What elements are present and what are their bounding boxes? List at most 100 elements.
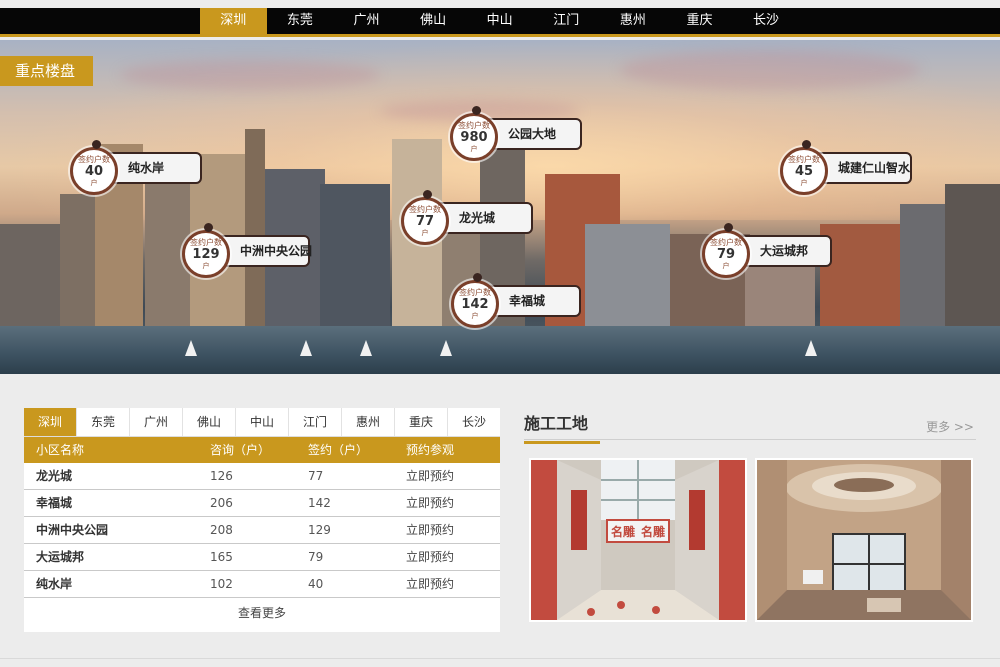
marker-unit: 户 bbox=[800, 179, 808, 187]
hallway-illustration: 名雕 名雕 bbox=[531, 460, 745, 620]
marker-count-caption: 签约户数 bbox=[459, 288, 491, 297]
marker-count-caption: 签约户数 bbox=[190, 238, 222, 247]
marker-unit: 户 bbox=[202, 262, 210, 270]
tab-shenzhen[interactable]: 深圳 bbox=[24, 408, 77, 436]
marker-count-circle: 签约户数 77 户 bbox=[401, 197, 449, 245]
project-marker-chunshuian[interactable]: 纯水岸 签约户数 40 户 bbox=[70, 140, 202, 195]
marker-pin bbox=[92, 140, 101, 149]
nav-item-guangzhou[interactable]: 广州 bbox=[333, 8, 400, 34]
project-marker-zhongzhouzhongyanggongyuan[interactable]: 中洲中央公园 签约户数 129 户 bbox=[182, 223, 312, 278]
marker-pin bbox=[423, 190, 432, 199]
marker-count-caption: 签约户数 bbox=[78, 155, 110, 164]
more-link[interactable]: 更多 >> bbox=[926, 418, 974, 435]
boat bbox=[440, 340, 452, 356]
cloud bbox=[120, 60, 380, 90]
book-now-link[interactable]: 立即预约 bbox=[406, 517, 500, 543]
marker-pin bbox=[473, 273, 482, 282]
project-marker-gongyuandadi[interactable]: 公园大地 签约户数 980 户 bbox=[450, 106, 582, 161]
tab-jiangmen[interactable]: 江门 bbox=[289, 408, 342, 436]
nav-item-dongguan[interactable]: 东莞 bbox=[267, 8, 334, 34]
marker-unit: 户 bbox=[470, 145, 478, 153]
tab-chongqing[interactable]: 重庆 bbox=[395, 408, 448, 436]
boat bbox=[360, 340, 372, 356]
tab-zhongshan[interactable]: 中山 bbox=[236, 408, 289, 436]
marker-count: 45 bbox=[794, 164, 814, 179]
row-name: 幸福城 bbox=[36, 496, 73, 510]
marker-count-caption: 签约户数 bbox=[458, 121, 490, 130]
footer-divider bbox=[0, 658, 1000, 659]
row-name: 中洲中央公园 bbox=[36, 523, 109, 537]
construction-photo-hallway[interactable]: 名雕 名雕 bbox=[529, 458, 747, 622]
marker-pin bbox=[802, 140, 811, 149]
row-signed: 129 bbox=[308, 523, 331, 537]
marker-count-circle: 签约户数 79 户 bbox=[702, 230, 750, 278]
tab-huizhou[interactable]: 惠州 bbox=[342, 408, 395, 436]
book-now-link[interactable]: 立即预约 bbox=[406, 571, 500, 597]
book-now-link[interactable]: 立即预约 bbox=[406, 463, 500, 489]
marker-count: 77 bbox=[415, 214, 435, 229]
marker-pin bbox=[472, 106, 481, 115]
marker-pin bbox=[724, 223, 733, 232]
building bbox=[820, 224, 900, 334]
harbor-water bbox=[0, 326, 1000, 374]
nav-item-huizhou[interactable]: 惠州 bbox=[600, 8, 667, 34]
table-row: 龙光城 126 77 立即预约 bbox=[24, 463, 500, 490]
featured-projects-badge: 重点楼盘 bbox=[0, 56, 93, 86]
nav-item-shenzhen[interactable]: 深圳 bbox=[200, 8, 267, 34]
book-now-link[interactable]: 立即预约 bbox=[406, 544, 500, 570]
marker-count-circle: 签约户数 980 户 bbox=[450, 113, 498, 161]
tab-foshan[interactable]: 佛山 bbox=[183, 408, 236, 436]
cloud bbox=[620, 50, 920, 90]
row-signed: 77 bbox=[308, 469, 324, 483]
room-illustration bbox=[757, 460, 971, 620]
marker-unit: 户 bbox=[722, 262, 730, 270]
marker-count: 40 bbox=[84, 164, 104, 179]
tab-dongguan[interactable]: 东莞 bbox=[77, 408, 130, 436]
row-inquiry: 206 bbox=[210, 496, 233, 510]
nav-item-zhongshan[interactable]: 中山 bbox=[466, 8, 533, 34]
table-row: 中洲中央公园 208 129 立即预约 bbox=[24, 517, 500, 544]
tab-changsha[interactable]: 长沙 bbox=[448, 408, 500, 436]
marker-count: 980 bbox=[460, 130, 488, 145]
svg-text:名雕: 名雕 bbox=[641, 524, 665, 539]
table-row: 大运城邦 165 79 立即预约 bbox=[24, 544, 500, 571]
row-signed: 142 bbox=[308, 496, 331, 510]
nav-item-jiangmen[interactable]: 江门 bbox=[533, 8, 600, 34]
marker-unit: 户 bbox=[471, 312, 479, 320]
table-row: 纯水岸 102 40 立即预约 bbox=[24, 571, 500, 598]
building bbox=[320, 184, 390, 334]
header-inquiry: 咨询（户） bbox=[210, 443, 271, 457]
marker-count-caption: 签约户数 bbox=[788, 155, 820, 164]
city-tabs: 深圳 东莞 广州 佛山 中山 江门 惠州 重庆 长沙 bbox=[24, 408, 500, 437]
book-now-link[interactable]: 立即预约 bbox=[406, 490, 500, 516]
marker-pin bbox=[204, 223, 213, 232]
construction-photo-living-room[interactable] bbox=[755, 458, 973, 622]
marker-count-circle: 签约户数 142 户 bbox=[451, 280, 499, 328]
table-row: 幸福城 206 142 立即预约 bbox=[24, 490, 500, 517]
marker-count-caption: 签约户数 bbox=[710, 238, 742, 247]
marker-count: 79 bbox=[716, 247, 736, 262]
boat bbox=[805, 340, 817, 356]
table-header: 小区名称 咨询（户） 签约（户） 预约参观 bbox=[24, 437, 500, 463]
building bbox=[585, 224, 670, 334]
nav-item-chongqing[interactable]: 重庆 bbox=[666, 8, 733, 34]
marker-count-circle: 签约户数 40 户 bbox=[70, 147, 118, 195]
project-marker-longguangcheng[interactable]: 龙光城 签约户数 77 户 bbox=[401, 190, 533, 245]
row-inquiry: 165 bbox=[210, 550, 233, 564]
row-inquiry: 126 bbox=[210, 469, 233, 483]
marker-unit: 户 bbox=[421, 229, 429, 237]
tab-guangzhou[interactable]: 广州 bbox=[130, 408, 183, 436]
nav-item-changsha[interactable]: 长沙 bbox=[733, 8, 800, 34]
building bbox=[900, 204, 945, 334]
marker-count-circle: 签约户数 45 户 bbox=[780, 147, 828, 195]
row-signed: 40 bbox=[308, 577, 324, 591]
nav-item-foshan[interactable]: 佛山 bbox=[400, 8, 467, 34]
building bbox=[945, 184, 1000, 334]
project-marker-chengjianrenshanzhishui[interactable]: 城建仁山智水 签约户数 45 户 bbox=[780, 140, 912, 195]
row-inquiry: 208 bbox=[210, 523, 233, 537]
project-marker-xingfucheng[interactable]: 幸福城 签约户数 142 户 bbox=[451, 273, 581, 328]
marker-count-caption: 签约户数 bbox=[409, 205, 441, 214]
project-marker-dayunchengbang[interactable]: 大运城邦 签约户数 79 户 bbox=[702, 223, 832, 278]
view-more-link[interactable]: 查看更多 bbox=[24, 598, 500, 628]
boat bbox=[185, 340, 197, 356]
